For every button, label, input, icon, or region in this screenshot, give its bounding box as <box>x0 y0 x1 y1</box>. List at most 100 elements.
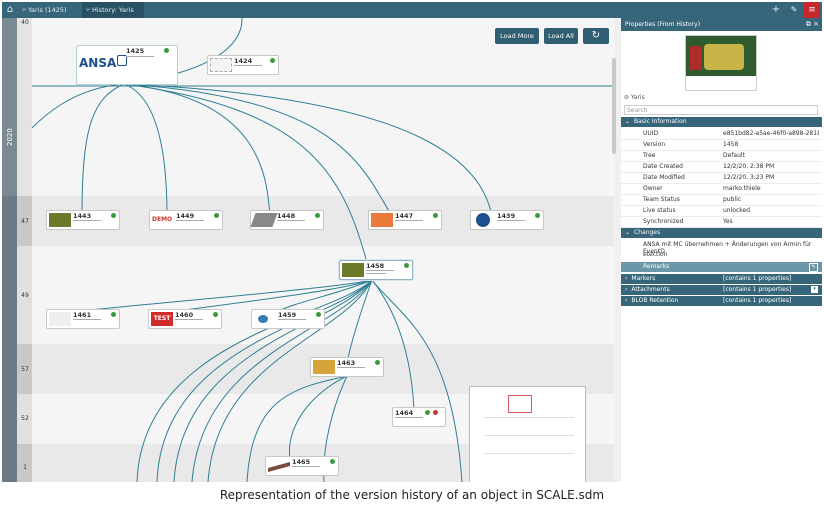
version-id: 1425 <box>126 47 145 55</box>
tab-yaris[interactable]: ⑂ Yaris (1425) × <box>20 2 78 30</box>
load-all-button[interactable]: Load All <box>544 28 578 44</box>
version-id: 1463 <box>337 359 356 367</box>
version-node-1461[interactable]: 1461 <box>46 309 120 329</box>
property-key: Date Modified <box>643 174 685 181</box>
panel-header: Properties (From History) ⧉ × <box>621 18 822 31</box>
version-id: 1447 <box>395 212 414 220</box>
dropdown-icon[interactable]: ▾ <box>811 286 818 293</box>
section-label: Remarks <box>643 263 670 270</box>
node-meta <box>126 56 154 57</box>
property-key: Team Status <box>643 196 680 203</box>
pin-icon[interactable]: ✎ <box>786 2 802 18</box>
property-value: Yes <box>723 218 733 225</box>
properties-panel: Properties (From History) ⧉ × ⊘ Yaris Se… <box>621 18 822 482</box>
version-node-1425[interactable]: ANSA 1425 <box>76 45 178 85</box>
graph-edge <box>81 83 125 217</box>
panel-title: Properties (From History) <box>625 21 701 28</box>
minimap-line <box>484 417 574 418</box>
load-more-button[interactable]: Load More <box>495 28 539 44</box>
property-value: marko.thiele <box>723 185 761 192</box>
version-node-1424[interactable]: 1424 <box>207 55 279 75</box>
property-value: 1458 <box>723 141 739 148</box>
graph-edge <box>31 83 125 129</box>
graph-edge <box>123 83 368 264</box>
version-node-1458[interactable]: 1458 <box>339 260 413 280</box>
version-node-1447[interactable]: 1447 <box>368 210 442 230</box>
section-value: [contains 1 properties] <box>723 275 792 282</box>
version-node-1463[interactable]: 1463 <box>310 357 384 377</box>
status-dot <box>375 360 380 365</box>
node-thumbnail <box>476 213 490 227</box>
tab-history-label: History: Yaris <box>91 6 134 14</box>
property-value: Default <box>723 152 745 159</box>
node-meta <box>278 319 306 320</box>
node-thumbnail <box>250 213 278 227</box>
graph-scrollbar[interactable] <box>612 58 616 154</box>
node-meta <box>292 466 320 467</box>
graph-minimap[interactable] <box>469 386 586 482</box>
version-node-1443[interactable]: 1443 <box>46 210 120 230</box>
object-name: ⊘ Yaris <box>624 94 645 101</box>
preview-part <box>704 44 744 70</box>
node-thumbnail: DEMO <box>152 216 173 223</box>
version-node-1439[interactable]: 1439 <box>470 210 544 230</box>
ansa-logo: ANSA <box>79 56 117 70</box>
version-node-1448[interactable]: 1448 <box>250 210 324 230</box>
property-value: unlocked <box>723 207 751 214</box>
version-node-1460[interactable]: TEST 1460 <box>148 309 222 329</box>
refresh-button[interactable]: ↻ <box>583 28 609 44</box>
menu-icon[interactable]: ≡ <box>804 2 820 18</box>
property-search-input[interactable]: Search <box>624 105 818 115</box>
graph-edge <box>123 83 271 217</box>
tab-yaris-label: Yaris (1425) <box>27 6 67 14</box>
node-thumbnail <box>313 360 335 374</box>
property-key: Version <box>643 141 666 148</box>
version-id: 1461 <box>73 311 92 319</box>
minimap-line <box>484 453 574 454</box>
section-blob-retention[interactable]: › BLOB Retention [contains 1 properties] <box>621 296 822 306</box>
version-id: 1460 <box>175 311 194 319</box>
property-key: UUID <box>643 130 659 137</box>
status-dot <box>433 213 438 218</box>
section-label: Markers <box>631 275 656 282</box>
version-id: 1448 <box>277 212 296 220</box>
version-node-1459[interactable]: 1459 <box>251 309 325 329</box>
version-id: 1465 <box>292 458 311 466</box>
minimap-viewport[interactable] <box>508 395 532 413</box>
node-meta <box>234 65 262 66</box>
property-value: 12/2/20, 2:38 PM <box>723 163 775 170</box>
section-attachments[interactable]: › Attachments [contains 1 properties] ▾ <box>621 285 822 295</box>
section-remarks[interactable]: Remarks ✎ <box>621 262 822 272</box>
version-id: 1449 <box>176 212 195 220</box>
changes-text: ANSA mit MC übernehmen + Änderungen von … <box>643 241 812 255</box>
status-dot <box>404 263 409 268</box>
property-value: e851bd82-a5ae-46f0-a898-2818... <box>723 130 819 137</box>
graph-edge <box>123 83 393 217</box>
version-node-1449[interactable]: DEMO 1449 <box>149 210 223 230</box>
property-value: public <box>723 196 742 203</box>
property-value: 12/2/20, 3:23 PM <box>723 174 775 181</box>
status-dot <box>213 312 218 317</box>
edit-icon[interactable]: ✎ <box>809 263 818 272</box>
section-basic-information[interactable]: ⌄ Basic Information <box>621 117 822 127</box>
version-id: 1439 <box>497 212 516 220</box>
graph-edge <box>371 279 415 411</box>
version-id: 1464 <box>395 409 414 417</box>
undock-icon[interactable]: ⧉ <box>806 20 811 28</box>
section-markers[interactable]: › Markers [contains 1 properties] <box>621 274 822 284</box>
node-meta <box>366 270 394 271</box>
home-icon[interactable]: ⌂ <box>2 2 18 18</box>
add-icon[interactable]: + <box>768 2 784 18</box>
version-node-1464[interactable]: 1464 <box>392 407 446 427</box>
graph-edge <box>71 279 373 313</box>
section-label: Changes <box>634 229 661 236</box>
status-dot <box>425 410 430 415</box>
tab-history[interactable]: ⑂ History: Yaris × <box>82 2 144 30</box>
version-node-1465[interactable]: 1465 <box>265 456 339 476</box>
preview-part <box>690 46 702 70</box>
close-icon[interactable]: × <box>813 20 819 28</box>
property-key: Owner <box>643 185 663 192</box>
refresh-icon: ↻ <box>591 30 601 41</box>
section-changes[interactable]: ⌄ Changes <box>621 228 822 238</box>
version-id: 1458 <box>366 262 385 270</box>
